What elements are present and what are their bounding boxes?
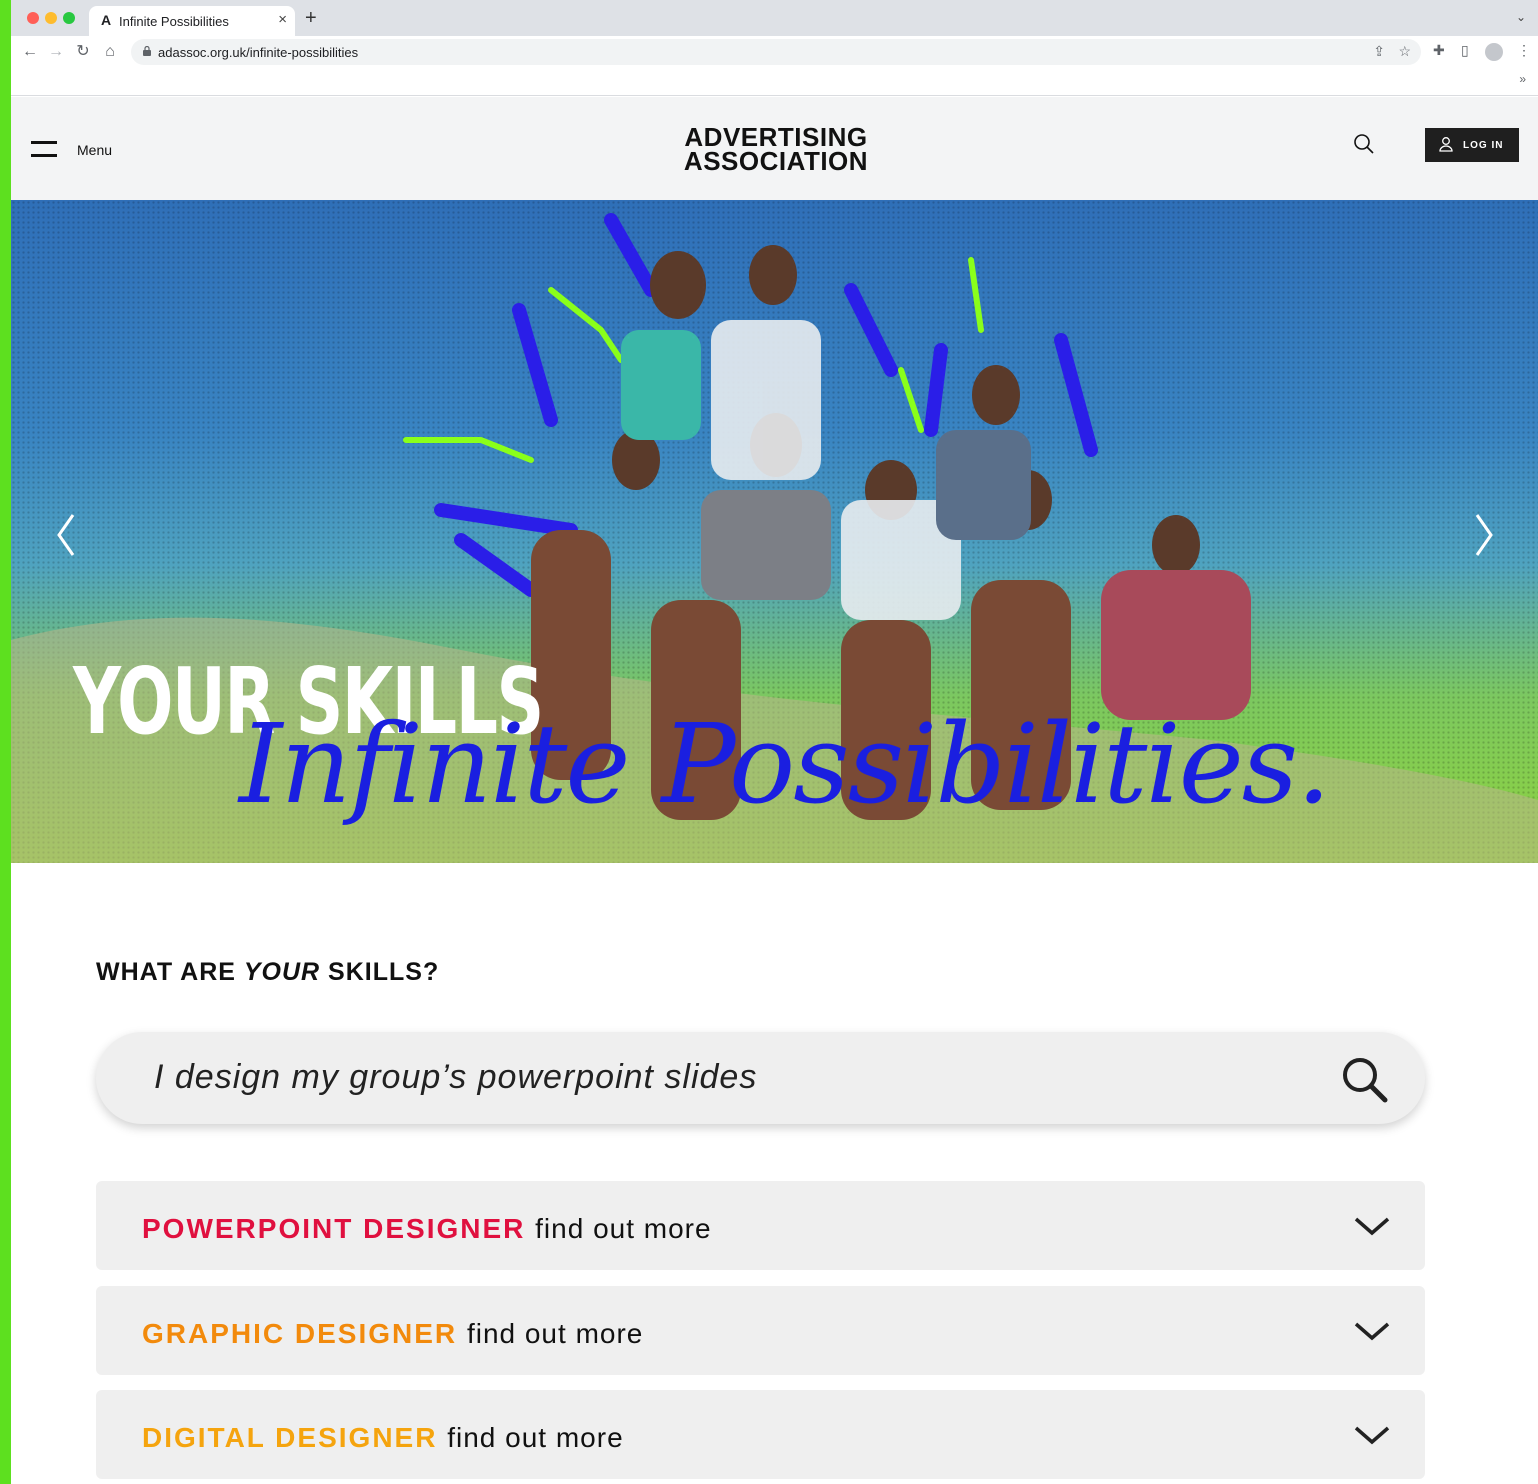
share-icon[interactable]: ⇪ [1373,43,1385,60]
hero-carousel: YOUR SKILLS Infinite Possibilities. [11,200,1538,863]
tab-strip: A Infinite Possibilities × + ⌄ [11,0,1538,36]
site-header: Menu ADVERTISING ASSOCIATION LOG IN [11,97,1538,200]
user-icon [1439,137,1453,152]
maximize-window-button[interactable] [63,12,75,24]
login-button[interactable]: LOG IN [1425,128,1519,162]
bookmarks-overflow-icon[interactable]: » [1519,72,1526,86]
career-accordion-powerpoint-designer[interactable]: POWERPOINT DESIGNER find out more [96,1181,1425,1270]
skills-search-value: I design my group’s powerpoint slides [154,1058,758,1096]
browser-window: A Infinite Possibilities × + ⌄ ← → ↻ ⌂ a… [11,0,1538,1484]
address-bar[interactable]: adassoc.org.uk/infinite-possibilities ⇪ … [131,39,1421,65]
profile-avatar[interactable] [1485,43,1503,61]
url-text: adassoc.org.uk/infinite-possibilities [158,45,359,60]
chevron-down-icon[interactable] [1353,1215,1391,1237]
reload-button[interactable]: ↻ [72,41,94,63]
favicon-icon: A [101,12,112,28]
home-button[interactable]: ⌂ [99,41,121,63]
chevron-down-icon[interactable] [1353,1424,1391,1446]
tab-close-icon[interactable]: × [278,11,287,28]
back-button[interactable]: ← [19,41,41,63]
side-panel-icon[interactable]: ▯ [1461,42,1469,59]
hero-script-tagline: Infinite Possibilities. [239,700,1331,828]
career-title: DIGITAL DESIGNER find out more [142,1422,624,1453]
login-label: LOG IN [1463,140,1504,151]
career-title: GRAPHIC DESIGNER find out more [142,1318,644,1349]
bookmark-star-icon[interactable]: ☆ [1398,43,1411,60]
career-accordion-graphic-designer[interactable]: GRAPHIC DESIGNER find out more [96,1286,1425,1375]
tab-search-chevron-icon[interactable]: ⌄ [1516,10,1526,24]
tab-title: Infinite Possibilities [119,14,229,29]
close-window-button[interactable] [27,12,39,24]
browser-tab-active[interactable]: A Infinite Possibilities × [89,6,295,36]
menu-button[interactable]: Menu [31,137,141,163]
bookmarks-bar: » [11,68,1538,96]
minimize-window-button[interactable] [45,12,57,24]
career-title: POWERPOINT DESIGNER find out more [142,1213,712,1244]
career-accordion-digital-designer[interactable]: DIGITAL DESIGNER find out more [96,1390,1425,1479]
site-logo[interactable]: ADVERTISING ASSOCIATION [681,124,871,176]
browser-menu-icon[interactable]: ⋮ [1517,42,1531,59]
menu-label: Menu [77,142,113,158]
logo-line-2: ASSOCIATION [683,146,869,176]
skills-search-input[interactable]: I design my group’s powerpoint slides [96,1032,1425,1124]
extensions-icon[interactable]: ✚ [1433,42,1445,59]
hamburger-icon [31,141,57,159]
search-icon[interactable] [1339,1054,1389,1104]
carousel-next-icon[interactable] [1469,510,1499,560]
browser-toolbar: ← → ↻ ⌂ adassoc.org.uk/infinite-possibil… [11,36,1538,68]
new-tab-button[interactable]: + [305,8,317,28]
chevron-down-icon[interactable] [1353,1320,1391,1342]
carousel-prev-icon[interactable] [51,510,81,560]
site-search-icon[interactable] [1353,133,1375,155]
lock-icon [143,46,151,56]
skills-heading: WHAT ARE YOUR SKILLS? [96,958,440,986]
forward-button[interactable]: → [45,41,67,63]
